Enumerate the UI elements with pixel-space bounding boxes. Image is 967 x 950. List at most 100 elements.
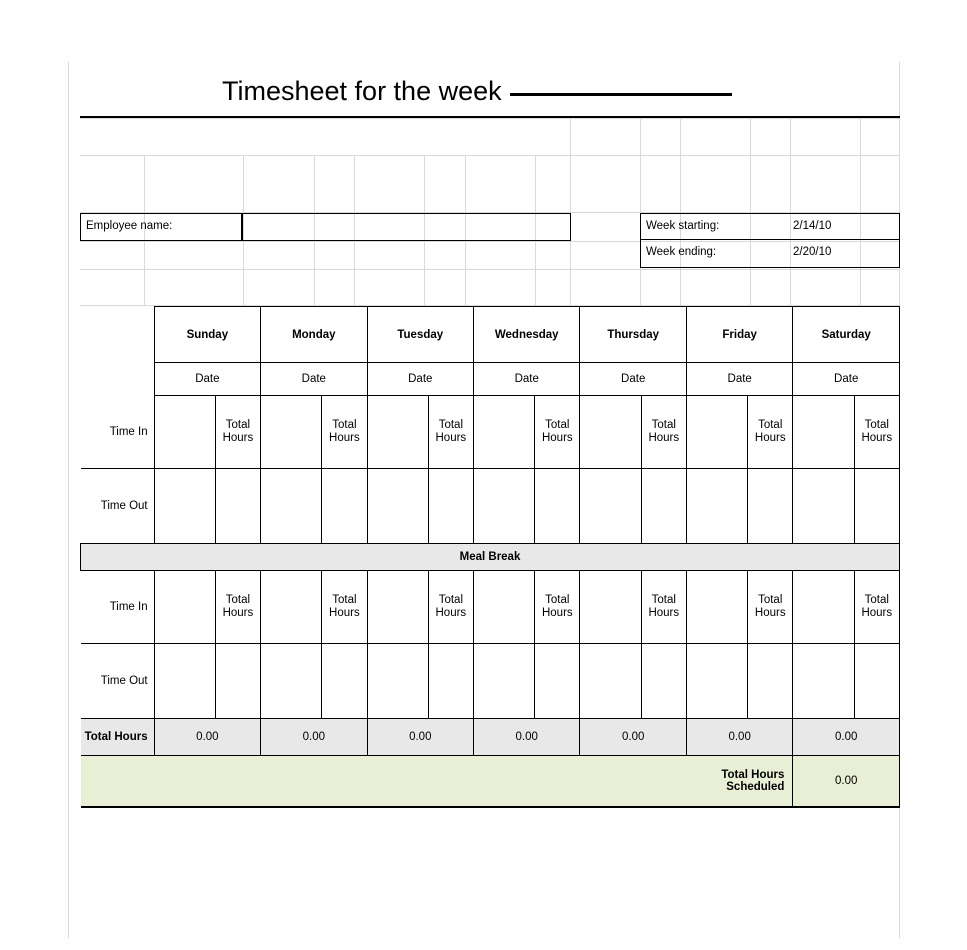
time-out-input-tuesday-2[interactable] <box>366 643 429 719</box>
total-hours-value-thursday-1 <box>640 468 687 544</box>
grid-line <box>640 118 641 306</box>
total-hours-label-thursday-1: Total Hours <box>640 395 687 469</box>
day-header-saturday: Saturday <box>792 306 900 363</box>
week-ending-row: Week ending: 2/20/10 <box>641 240 899 266</box>
meal-break-label: Meal Break <box>80 543 900 571</box>
total-hours-label-tuesday-1: Total Hours <box>427 395 475 469</box>
time-in-input-friday-2[interactable] <box>685 570 749 644</box>
time-out-input-saturday-1[interactable] <box>792 468 855 544</box>
corner-cell <box>80 306 155 363</box>
grid-line <box>80 155 900 156</box>
time-in-input-saturday-2[interactable] <box>792 570 855 644</box>
daily-total-monday: 0.00 <box>260 718 368 756</box>
grid-line <box>80 269 900 270</box>
time-in-input-wednesday-2[interactable] <box>472 570 536 644</box>
time-out-input-saturday-2[interactable] <box>792 643 855 719</box>
time-in-input-saturday-1[interactable] <box>792 395 855 469</box>
total-hours-value-tuesday-2 <box>427 643 475 719</box>
daily-total-tuesday: 0.00 <box>366 718 475 756</box>
daily-total-friday: 0.00 <box>685 718 794 756</box>
total-hours-value-thursday-2 <box>640 643 687 719</box>
time-in-row-2: Time In Total Hours Total Hours Total Ho… <box>80 570 901 644</box>
time-in-input-wednesday-1[interactable] <box>472 395 536 469</box>
meal-break-row: Meal Break <box>80 543 900 571</box>
total-hours-value-wednesday-1 <box>534 468 581 544</box>
day-header-tuesday: Tuesday <box>366 306 475 363</box>
time-in-label-2: Time In <box>80 570 155 644</box>
time-in-input-thursday-1[interactable] <box>579 395 642 469</box>
date-cell-thursday[interactable]: Date <box>579 362 687 396</box>
date-cell-friday[interactable]: Date <box>685 362 794 396</box>
daily-totals-row: Total Hours 0.00 0.00 0.00 0.00 0.00 0.0… <box>80 718 900 756</box>
total-hours-value-friday-1 <box>747 468 794 544</box>
time-in-input-tuesday-2[interactable] <box>366 570 429 644</box>
time-out-label-1: Time Out <box>80 468 155 544</box>
date-cell-wednesday[interactable]: Date <box>472 362 581 396</box>
week-blank-line[interactable] <box>509 93 732 96</box>
timesheet-table: Sunday Monday Tuesday Wednesday Thursday… <box>80 306 901 808</box>
timesheet-page: Timesheet for the week Employee name: We… <box>0 0 967 950</box>
total-hours-label-friday-1: Total Hours <box>747 395 794 469</box>
total-hours-label-tuesday-2: Total Hours <box>427 570 475 644</box>
total-hours-label-saturday-2: Total Hours <box>853 570 901 644</box>
time-out-input-thursday-2[interactable] <box>579 643 642 719</box>
grid-line <box>860 118 861 306</box>
total-hours-label-sunday-1: Total Hours <box>214 395 262 469</box>
week-range-box: Week starting: 2/14/10 Week ending: 2/20… <box>640 213 900 268</box>
grid-line <box>750 118 751 306</box>
total-hours-label-monday-1: Total Hours <box>321 395 368 469</box>
time-in-input-sunday-2[interactable] <box>153 570 216 644</box>
time-in-input-friday-1[interactable] <box>685 395 749 469</box>
day-header-friday: Friday <box>685 306 794 363</box>
time-out-input-friday-1[interactable] <box>685 468 749 544</box>
time-out-input-thursday-1[interactable] <box>579 468 642 544</box>
time-in-input-sunday-1[interactable] <box>153 395 216 469</box>
date-cell-saturday[interactable]: Date <box>792 362 900 396</box>
time-in-input-thursday-2[interactable] <box>579 570 642 644</box>
total-hours-label-friday-2: Total Hours <box>747 570 794 644</box>
date-cell-monday[interactable]: Date <box>260 362 368 396</box>
total-hours-label-thursday-2: Total Hours <box>640 570 687 644</box>
day-header-row: Sunday Monday Tuesday Wednesday Thursday… <box>80 306 900 363</box>
time-in-label-1: Time In <box>80 395 155 469</box>
day-header-monday: Monday <box>260 306 368 363</box>
time-in-input-monday-2[interactable] <box>260 570 323 644</box>
daily-totals-label: Total Hours <box>80 718 155 756</box>
time-out-input-monday-1[interactable] <box>260 468 323 544</box>
week-starting-value[interactable]: 2/14/10 <box>793 220 831 232</box>
total-scheduled-row: Total Hours Scheduled 0.00 <box>80 755 900 808</box>
total-hours-value-saturday-2 <box>853 643 901 719</box>
date-cell-sunday[interactable]: Date <box>153 362 262 396</box>
time-out-input-friday-2[interactable] <box>685 643 749 719</box>
grid-line <box>790 118 791 306</box>
total-hours-label-wednesday-2: Total Hours <box>534 570 581 644</box>
time-out-input-wednesday-2[interactable] <box>472 643 536 719</box>
week-ending-label: Week ending: <box>646 246 717 258</box>
total-hours-label-sunday-2: Total Hours <box>214 570 262 644</box>
total-hours-value-wednesday-2 <box>534 643 581 719</box>
week-ending-value[interactable]: 2/20/10 <box>793 246 831 258</box>
total-hours-value-friday-2 <box>747 643 794 719</box>
time-out-input-monday-2[interactable] <box>260 643 323 719</box>
time-in-input-tuesday-1[interactable] <box>366 395 429 469</box>
grid-line <box>80 118 900 119</box>
employee-name-divider <box>241 214 243 240</box>
time-out-input-sunday-2[interactable] <box>153 643 216 719</box>
date-row: Date Date Date Date Date Date Date <box>80 362 900 396</box>
time-out-input-tuesday-1[interactable] <box>366 468 429 544</box>
total-scheduled-value: 0.00 <box>792 755 900 808</box>
total-scheduled-label: Total Hours Scheduled <box>686 755 794 808</box>
total-hours-label-wednesday-1: Total Hours <box>534 395 581 469</box>
time-out-input-wednesday-1[interactable] <box>472 468 536 544</box>
total-scheduled-spacer <box>80 755 687 808</box>
total-hours-value-tuesday-1 <box>427 468 475 544</box>
date-cell-tuesday[interactable]: Date <box>366 362 475 396</box>
time-in-input-monday-1[interactable] <box>260 395 323 469</box>
total-hours-value-saturday-1 <box>853 468 901 544</box>
employee-name-label: Employee name: <box>86 220 173 232</box>
week-starting-label: Week starting: <box>646 220 720 232</box>
time-out-row-2: Time Out <box>80 643 901 719</box>
time-out-input-sunday-1[interactable] <box>153 468 216 544</box>
page-title-text: Timesheet for the week <box>222 76 502 106</box>
page-title: Timesheet for the week <box>222 76 732 107</box>
